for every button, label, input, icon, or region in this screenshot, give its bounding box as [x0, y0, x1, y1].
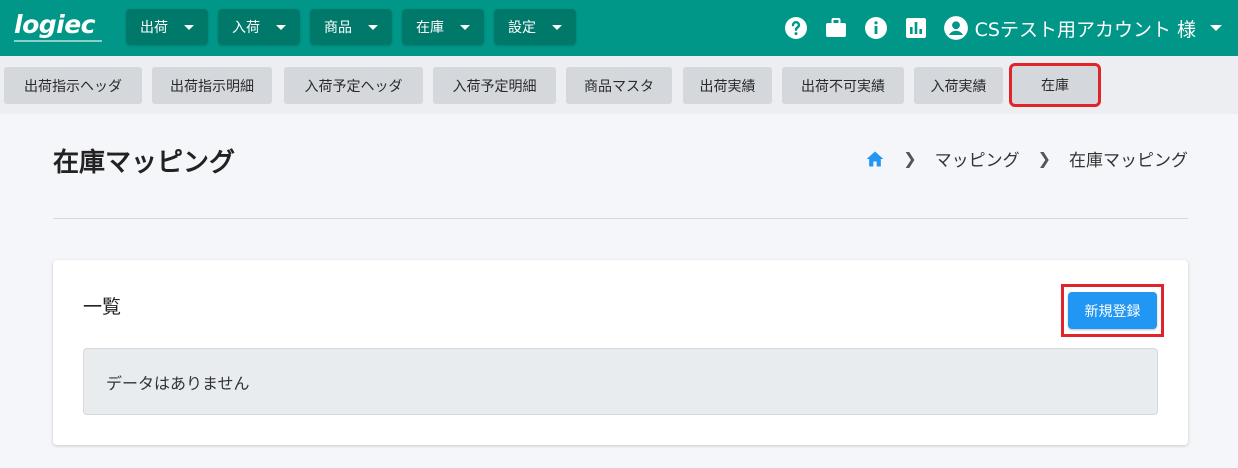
logo-underline [14, 40, 102, 42]
info-icon[interactable] [863, 15, 889, 41]
top-header: logiec 出荷 入荷 商品 在庫 設定 CSテスト用アカウント 様 [0, 0, 1238, 56]
new-register-button[interactable]: 新規登録 [1068, 292, 1157, 329]
chevron-right-icon: ❯ [1037, 149, 1051, 168]
briefcase-icon[interactable] [823, 15, 849, 41]
account-menu[interactable]: CSテスト用アカウント 様 [943, 15, 1222, 42]
tab-label: 出荷指示明細 [170, 78, 254, 95]
card-title: 一覧 [83, 296, 122, 318]
chevron-right-icon: ❯ [903, 149, 917, 168]
tab-shipping-results[interactable]: 出荷実績 [683, 67, 772, 104]
caret-down-icon [1210, 25, 1222, 31]
bar-chart-icon[interactable] [903, 15, 929, 41]
caret-down-icon [276, 24, 286, 30]
tab-shipping-failure-results[interactable]: 出荷不可実績 [782, 67, 904, 104]
tab-label: 商品マスタ [584, 78, 654, 95]
home-icon[interactable] [865, 149, 885, 169]
logo-text: logiec [14, 10, 95, 39]
nav-shipping-label: 出荷 [140, 20, 168, 36]
tab-label: 在庫 [1041, 78, 1069, 94]
nav-inventory-menu[interactable]: 在庫 [402, 9, 484, 45]
list-card: 一覧 新規登録 データはありません [53, 260, 1188, 445]
account-icon [943, 16, 968, 40]
tab-product-master[interactable]: 商品マスタ [566, 67, 672, 104]
nav-products-label: 商品 [324, 20, 352, 36]
caret-down-icon [552, 24, 562, 30]
nav-receiving-label: 入荷 [232, 20, 260, 36]
tab-receiving-results[interactable]: 入荷実績 [914, 67, 1003, 104]
tab-inventory[interactable]: 在庫 [1009, 63, 1101, 107]
highlight-outline: 新規登録 [1061, 284, 1164, 337]
title-divider [53, 218, 1188, 219]
tab-shipping-header[interactable]: 出荷指示ヘッダ [4, 67, 142, 104]
nav-receiving-menu[interactable]: 入荷 [218, 9, 300, 45]
sub-navigation: 出荷指示ヘッダ 出荷指示明細 入荷予定ヘッダ 入荷予定明細 商品マスタ 出荷実績… [0, 56, 1238, 114]
nav-settings-menu[interactable]: 設定 [494, 9, 576, 45]
nav-products-menu[interactable]: 商品 [310, 9, 392, 45]
breadcrumb-item-mapping[interactable]: マッピング [935, 146, 1020, 171]
tab-label: 出荷指示ヘッダ [24, 78, 122, 95]
tab-receiving-detail[interactable]: 入荷予定明細 [433, 67, 556, 104]
page-title: 在庫マッピング [53, 148, 236, 178]
breadcrumb: ❯ マッピング ❯ 在庫マッピング [865, 146, 1188, 171]
tab-label: 出荷不可実績 [801, 78, 885, 95]
account-name: CSテスト用アカウント 様 [974, 18, 1196, 41]
empty-state-message: データはありません [83, 348, 1158, 415]
main-nav: 出荷 入荷 商品 在庫 設定 [126, 9, 576, 45]
tab-label: 出荷実績 [699, 78, 756, 95]
caret-down-icon [184, 24, 194, 30]
tab-label: 入荷予定明細 [452, 78, 537, 95]
header-actions: CSテスト用アカウント 様 [769, 10, 1222, 46]
tab-label: 入荷実績 [930, 78, 987, 95]
nav-inventory-label: 在庫 [416, 20, 444, 36]
tab-receiving-header[interactable]: 入荷予定ヘッダ [284, 67, 423, 104]
tab-label: 入荷予定ヘッダ [304, 78, 403, 95]
logo[interactable]: logiec [14, 12, 106, 44]
nav-settings-label: 設定 [508, 20, 536, 36]
caret-down-icon [460, 24, 470, 30]
help-icon[interactable] [783, 15, 809, 41]
tab-shipping-detail[interactable]: 出荷指示明細 [152, 67, 272, 104]
breadcrumb-item-current: 在庫マッピング [1069, 151, 1188, 171]
nav-shipping-menu[interactable]: 出荷 [126, 9, 208, 45]
caret-down-icon [368, 24, 378, 30]
